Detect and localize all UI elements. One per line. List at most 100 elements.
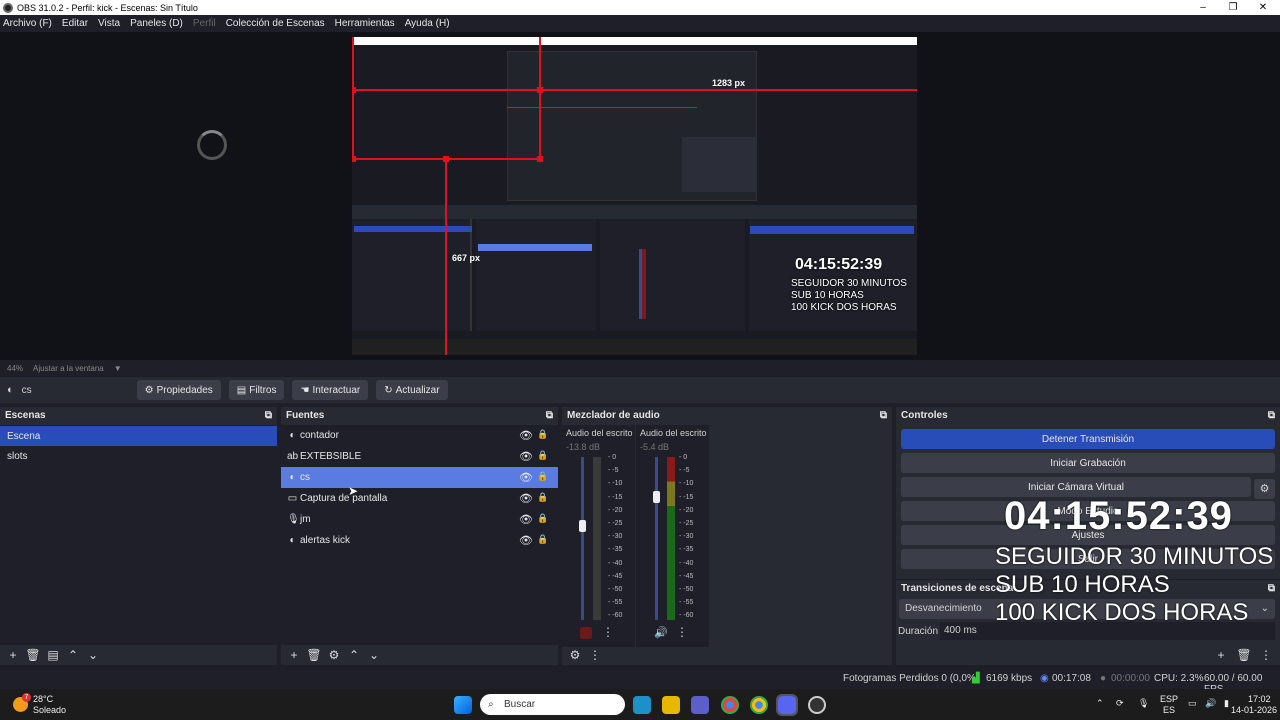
lock-icon[interactable]: 🔒 bbox=[537, 534, 548, 545]
handle-1[interactable] bbox=[352, 87, 356, 93]
weather-condition[interactable]: Soleado bbox=[33, 705, 66, 715]
eye-icon[interactable]: 👁 bbox=[519, 534, 533, 547]
lang-bottom[interactable]: ES bbox=[1163, 705, 1175, 715]
settings-icon[interactable]: ⚙ bbox=[567, 647, 583, 663]
lock-icon[interactable]: 🔒 bbox=[537, 450, 548, 461]
gear-icon[interactable]: ⚙ bbox=[326, 647, 342, 663]
edge-icon[interactable] bbox=[633, 696, 651, 714]
obs-icon[interactable] bbox=[808, 696, 826, 714]
chrome-icon[interactable] bbox=[721, 696, 739, 714]
eye-icon[interactable]: 👁 bbox=[519, 450, 533, 463]
temperature[interactable]: 28°C bbox=[33, 694, 53, 704]
menu-dots-icon[interactable]: ⋮ bbox=[676, 625, 688, 639]
eye-icon[interactable]: 👁 bbox=[519, 429, 533, 442]
mute-icon[interactable] bbox=[580, 627, 592, 639]
vcam-settings-gear-icon[interactable]: ⚙ bbox=[1254, 479, 1275, 499]
handle-2[interactable] bbox=[537, 87, 543, 93]
menu-editar[interactable]: Editar bbox=[62, 18, 88, 29]
lang-top[interactable]: ESP bbox=[1160, 694, 1178, 704]
refresh-button[interactable]: ↻ Actualizar bbox=[376, 380, 448, 400]
arrow-down-icon[interactable]: ⌄ bbox=[366, 647, 382, 663]
add-icon[interactable]: + bbox=[286, 647, 302, 663]
menu-dots-icon[interactable]: ⋮ bbox=[602, 625, 614, 639]
battery-icon[interactable]: ▮ bbox=[1224, 698, 1229, 709]
menu-herramientas[interactable]: Herramientas bbox=[335, 18, 395, 29]
scene-item-slots[interactable]: slots bbox=[0, 446, 277, 466]
meter-tick-label: - 0 bbox=[679, 454, 688, 461]
handle-3[interactable] bbox=[352, 156, 356, 162]
handle-4[interactable] bbox=[443, 156, 449, 162]
chrome-profile-icon[interactable] bbox=[750, 696, 768, 714]
filters-button[interactable]: ▤ Filtros bbox=[228, 380, 285, 400]
search-box[interactable]: ⌕ Buscar bbox=[480, 694, 625, 715]
start-record-button[interactable]: Iniciar Grabación bbox=[901, 453, 1275, 473]
arrow-down-icon[interactable]: ⌄ bbox=[85, 647, 101, 663]
undock-icon[interactable]: ⧉ bbox=[880, 410, 887, 421]
clock-date[interactable]: 14-01-2026 bbox=[1231, 705, 1277, 715]
menu-dots-icon[interactable]: ⋮ bbox=[587, 647, 603, 663]
folder-icon[interactable] bbox=[662, 696, 680, 714]
menu-perfil[interactable]: Perfil bbox=[193, 18, 216, 29]
source-item[interactable]: 🎙 jm 👁 🔒 bbox=[281, 509, 558, 530]
menu-archivo[interactable]: Archivo (F) bbox=[3, 18, 52, 29]
stop-stream-button[interactable]: Detener Transmisión bbox=[901, 429, 1275, 449]
interact-button[interactable]: ☚ Interactuar bbox=[292, 380, 369, 400]
volume-slider-handle[interactable] bbox=[579, 520, 586, 532]
add-icon[interactable]: + bbox=[1213, 647, 1229, 663]
eye-icon[interactable]: 👁 bbox=[519, 513, 533, 526]
menu-paneles[interactable]: Paneles (D) bbox=[130, 18, 183, 29]
status-bar: Fotogramas Perdidos 0 (0,0%) ▟ 6169 kbps… bbox=[0, 667, 1280, 695]
menu-dots-icon[interactable]: ⋮ bbox=[1258, 647, 1274, 663]
scene-item-escena[interactable]: Escena bbox=[0, 426, 277, 446]
maximize-button[interactable]: ❐ bbox=[1218, 0, 1248, 15]
interact-label: Interactuar bbox=[312, 384, 361, 396]
discord-icon[interactable] bbox=[776, 694, 798, 716]
close-button[interactable]: ✕ bbox=[1248, 0, 1278, 15]
handle-5[interactable] bbox=[537, 156, 543, 162]
preview-canvas[interactable]: 1283 px 667 px 04:15:52:39 SEGUIDOR 30 M… bbox=[352, 37, 917, 355]
eye-icon[interactable]: 👁 bbox=[519, 492, 533, 505]
microphone-icon[interactable]: 🎙 bbox=[1138, 698, 1149, 709]
lock-icon[interactable]: 🔒 bbox=[537, 513, 548, 524]
minimize-button[interactable]: – bbox=[1188, 0, 1218, 15]
volume-icon[interactable]: 🔊 bbox=[1205, 698, 1216, 709]
volume-slider-track[interactable] bbox=[581, 457, 584, 620]
zoom-mode[interactable]: Ajustar a la ventana bbox=[33, 364, 104, 373]
lock-icon[interactable]: 🔒 bbox=[537, 471, 548, 482]
network-icon[interactable]: ▭ bbox=[1188, 698, 1197, 709]
source-item[interactable]: ◐ contador 👁 🔒 bbox=[281, 425, 558, 446]
height-label: 667 px bbox=[452, 253, 481, 263]
trash-icon[interactable]: 🗑 bbox=[1236, 647, 1252, 663]
lock-icon[interactable]: 🔒 bbox=[537, 429, 548, 440]
trash-icon[interactable]: 🗑 bbox=[306, 647, 322, 663]
source-item-selected[interactable]: ◐ cs 👁 🔒 bbox=[281, 467, 558, 488]
teams-icon[interactable] bbox=[691, 696, 709, 714]
arrow-up-icon[interactable]: ⌃ bbox=[65, 647, 81, 663]
arrow-up-icon[interactable]: ⌃ bbox=[346, 647, 362, 663]
nested-mixer bbox=[600, 219, 745, 331]
menu-coleccion[interactable]: Colección de Escenas bbox=[226, 18, 325, 29]
undock-icon[interactable]: ⧉ bbox=[1268, 410, 1275, 421]
eye-icon[interactable]: 👁 bbox=[519, 471, 533, 484]
clock-time[interactable]: 17:02 bbox=[1248, 694, 1271, 704]
volume-slider-handle[interactable] bbox=[653, 491, 660, 503]
windows-start-icon[interactable] bbox=[454, 696, 472, 714]
lock-icon[interactable]: 🔒 bbox=[537, 492, 548, 503]
undock-icon[interactable]: ⧉ bbox=[546, 410, 553, 421]
add-icon[interactable]: + bbox=[5, 647, 21, 663]
chevron-down-icon[interactable]: ▼ bbox=[114, 364, 122, 373]
menu-ayuda[interactable]: Ayuda (H) bbox=[405, 18, 450, 29]
properties-button[interactable]: ⚙ Propiedades bbox=[136, 380, 221, 400]
filter-icon[interactable]: ▤ bbox=[45, 647, 61, 663]
menu-vista[interactable]: Vista bbox=[98, 18, 120, 29]
undock-icon[interactable]: ⧉ bbox=[265, 410, 272, 421]
volume-slider-track[interactable] bbox=[655, 457, 658, 620]
source-item[interactable]: ab EXTEBSIBLE 👁 🔒 bbox=[281, 446, 558, 467]
source-item[interactable]: ◐ alertas kick 👁 🔒 bbox=[281, 530, 558, 551]
speaker-icon[interactable]: 🔊 bbox=[654, 626, 668, 639]
undock-icon[interactable]: ⧉ bbox=[1268, 583, 1275, 594]
chevron-up-icon[interactable]: ⌃ bbox=[1096, 698, 1104, 709]
source-item[interactable]: ▭ Captura de pantalla 👁 🔒 bbox=[281, 488, 558, 509]
sync-icon[interactable]: ⟳ bbox=[1116, 698, 1124, 709]
trash-icon[interactable]: 🗑 bbox=[25, 647, 41, 663]
